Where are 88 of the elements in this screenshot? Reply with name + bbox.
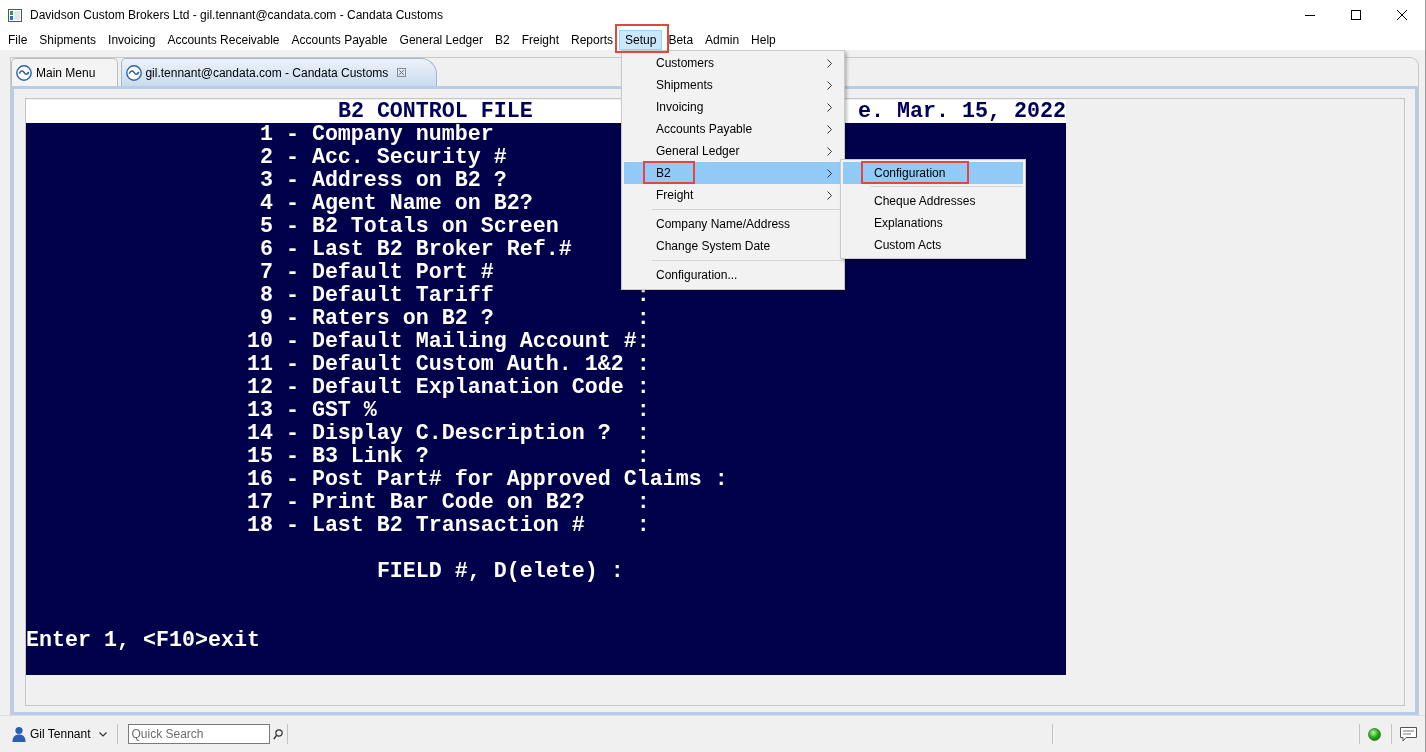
menu-item[interactable]: Shipments xyxy=(33,30,103,50)
field-number: 5 xyxy=(258,215,273,238)
menu-item[interactable]: B2 xyxy=(624,162,842,184)
menu-item[interactable]: Invoicing xyxy=(624,96,842,118)
menu-item[interactable]: Customers xyxy=(624,52,842,74)
field-label: - Company number xyxy=(285,123,494,146)
tab[interactable]: gil.tennant@candata.com - Candata Customs xyxy=(121,58,438,86)
field-number: 3 xyxy=(258,169,273,192)
menu-item[interactable]: Configuration xyxy=(843,162,1023,184)
menu-item[interactable]: Freight xyxy=(624,184,842,206)
field-number: 12 xyxy=(245,376,273,399)
speech-bubble-icon xyxy=(1400,726,1417,742)
field-label: - Acc. Security # xyxy=(285,146,507,169)
menu-item[interactable]: Reports xyxy=(565,30,619,50)
window-title: Davidson Custom Brokers Ltd - gil.tennant@candata.com - Candata Customs xyxy=(30,8,444,22)
menu-item[interactable]: Admin xyxy=(699,30,746,50)
field-label: - Last B2 Broker Ref.# xyxy=(285,238,572,261)
field-number: 14 xyxy=(245,422,273,445)
menu-item[interactable]: Freight xyxy=(515,30,565,50)
menu-item[interactable]: Cheque Addresses xyxy=(843,190,1023,212)
minimize-icon xyxy=(1305,14,1315,16)
chevron-right-icon xyxy=(827,102,832,112)
field-label: - Post Part# for Approved Claims : xyxy=(285,468,728,491)
menu-item[interactable]: Change System Date xyxy=(624,235,842,257)
field-label: - Last B2 Transaction # : xyxy=(285,514,650,537)
field-label: - B3 Link ? : xyxy=(285,445,650,468)
field-number: 11 xyxy=(245,353,273,376)
menu-item[interactable]: File xyxy=(2,30,34,50)
field-number: 15 xyxy=(245,445,273,468)
field-label: - B2 Totals on Screen xyxy=(285,215,559,238)
wave-icon xyxy=(126,64,143,81)
menu-item[interactable]: Accounts Payable xyxy=(285,30,394,50)
search-icon xyxy=(272,728,283,740)
menu-item[interactable]: Beta xyxy=(662,30,700,50)
field-number: 13 xyxy=(245,399,273,422)
field-label: - Default Mailing Account #: xyxy=(285,330,650,353)
wave-icon xyxy=(16,64,32,81)
menu-item[interactable]: Accounts Receivable xyxy=(161,30,286,50)
close-icon[interactable] xyxy=(397,68,407,77)
menu-item[interactable]: Explanations xyxy=(843,212,1023,234)
chevron-right-icon xyxy=(827,80,832,90)
field-label: - Default Port # xyxy=(285,261,494,284)
chevron-right-icon xyxy=(827,58,832,68)
tab[interactable]: Main Menu xyxy=(11,58,119,86)
status-light-icon xyxy=(1368,727,1381,741)
chevron-right-icon xyxy=(827,190,832,200)
maximize-icon xyxy=(1351,10,1361,20)
menu-item[interactable]: Accounts Payable xyxy=(624,118,842,140)
app-icon xyxy=(8,8,22,22)
search-field[interactable]: Quick Search xyxy=(127,724,270,744)
user-menu-button[interactable]: Gil Tennant xyxy=(10,723,111,745)
chevron-down-icon xyxy=(98,731,107,737)
menu-item[interactable]: Configuration... xyxy=(624,264,842,286)
chevron-right-icon xyxy=(827,124,832,134)
field-label: - Address on B2 ? xyxy=(285,169,507,192)
field-number: 18 xyxy=(245,514,273,537)
field-label: - GST % : xyxy=(285,399,650,422)
field-number: 2 xyxy=(258,146,273,169)
key-hint: Enter 1, <F10>exit xyxy=(26,629,260,652)
menu-item[interactable]: Invoicing xyxy=(102,30,162,50)
field-number: 16 xyxy=(245,468,273,491)
field-number: 6 xyxy=(258,238,273,261)
field-number: 1 xyxy=(258,123,273,146)
menu-item[interactable]: B2 xyxy=(488,30,516,50)
field-label: - Default Custom Auth. 1&2 : xyxy=(285,353,650,376)
chevron-right-icon xyxy=(827,168,832,178)
field-number: 7 xyxy=(258,261,273,284)
screen-title: B2 CONTROL FILE xyxy=(337,100,533,123)
field-number: 17 xyxy=(245,491,273,514)
menu-item[interactable]: Company Name/Address xyxy=(624,213,842,235)
chevron-right-icon xyxy=(827,146,832,156)
menu-item[interactable]: Help xyxy=(745,30,782,50)
field-number: 8 xyxy=(258,284,273,307)
menu-item[interactable]: Shipments xyxy=(624,74,842,96)
user-icon xyxy=(12,726,26,742)
screen-date: e. Mar. 15, 2022 xyxy=(858,100,1066,123)
close-icon xyxy=(1397,10,1407,20)
menu-item[interactable]: Custom Acts xyxy=(843,234,1023,256)
field-label: - Display C.Description ? : xyxy=(285,422,650,445)
field-number: 4 xyxy=(258,192,273,215)
field-prompt: FIELD #, D(elete) : xyxy=(376,560,624,583)
field-label: - Print Bar Code on B2? : xyxy=(285,491,650,514)
field-number: 9 xyxy=(258,307,273,330)
field-number: 10 xyxy=(245,330,273,353)
field-label: - Raters on B2 ? : xyxy=(285,307,650,330)
field-label: - Default Explanation Code : xyxy=(285,376,650,399)
field-label: - Agent Name on B2? xyxy=(285,192,533,215)
menu-item[interactable]: General Ledger xyxy=(393,30,489,50)
